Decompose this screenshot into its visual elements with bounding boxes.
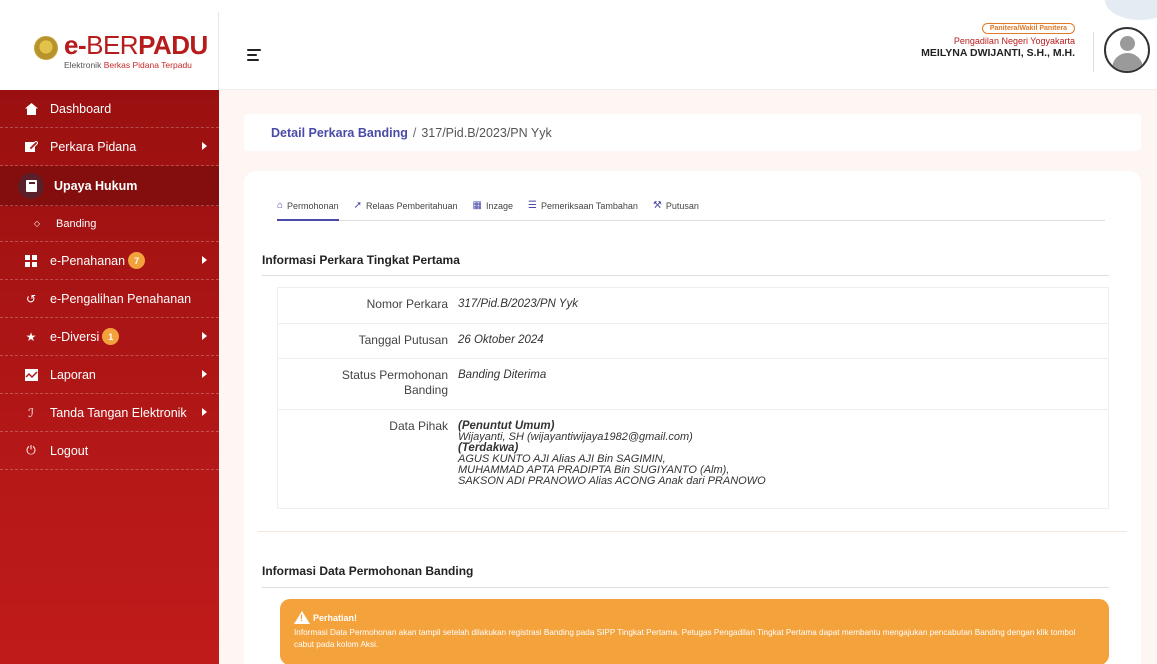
table-row: Tanggal Putusan 26 Oktober 2024	[278, 324, 1108, 359]
main-card: ⌂ Permohonan ➚ Relaas Pemberitahuan ▦ In…	[244, 171, 1141, 664]
value-tanggal-putusan: 26 Oktober 2024	[458, 334, 544, 346]
sidebar-item-e-penahanan[interactable]: e-Penahanan 7	[0, 242, 219, 280]
sidebar-item-perkara-pidana[interactable]: Perkara Pidana	[0, 128, 219, 166]
gavel-icon: ⚒	[652, 200, 662, 211]
brand-logo[interactable]: e-BERPADU Elektronik Berkas Pidana Terpa…	[0, 12, 219, 90]
chevron-right-icon	[202, 256, 207, 264]
power-icon: ⏻	[26, 443, 36, 457]
home-icon	[24, 102, 38, 116]
sidebar-item-laporan[interactable]: Laporan	[0, 356, 219, 394]
sidebar-item-logout[interactable]: ⏻ Logout	[0, 432, 219, 470]
send-icon: ➚	[353, 200, 362, 211]
tab-bar: ⌂ Permohonan ➚ Relaas Pemberitahuan ▦ In…	[277, 199, 1105, 221]
alert-text: Informasi Data Permohonan akan tampil se…	[294, 628, 1076, 649]
star-icon: ★	[25, 329, 37, 344]
value-nomor-perkara: 317/Pid.B/2023/PN Yyk	[458, 298, 578, 310]
chevron-right-icon	[202, 142, 207, 150]
book-icon	[18, 172, 44, 199]
sidebar-item-banding[interactable]: ◇ Banding	[0, 206, 219, 242]
table-row: Nomor Perkara 317/Pid.B/2023/PN Yyk	[278, 288, 1108, 324]
label-status-permohonan: Status Permohonan Banding	[341, 368, 448, 397]
document-icon: ☰	[528, 200, 537, 211]
chevron-right-icon	[202, 408, 207, 416]
count-badge: 7	[128, 252, 146, 269]
table-row: Data Pihak (Penuntut Umum) Wijayanti, SH…	[278, 410, 1108, 508]
brand-subtitle: Elektronik Berkas Pidana Terpadu	[64, 60, 192, 70]
breadcrumb-link[interactable]: Detail Perkara Banding	[271, 126, 408, 140]
sidebar-item-dashboard[interactable]: Dashboard	[0, 90, 219, 128]
breadcrumb-current: 317/Pid.B/2023/PN Yyk	[421, 125, 552, 140]
sidebar: Dashboard Perkara Pidana Upaya Hukum ◇ B…	[0, 90, 219, 664]
top-header: e-BERPADU Elektronik Berkas Pidana Terpa…	[0, 0, 1157, 90]
sidebar-item-e-pengalihan-penahanan[interactable]: ↺ e-Pengalihan Penahanan	[0, 280, 219, 318]
edit-icon	[24, 140, 38, 154]
breadcrumb: Detail Perkara Banding / 317/Pid.B/2023/…	[244, 114, 1141, 151]
avatar[interactable]	[1104, 27, 1150, 73]
tab-putusan[interactable]: ⚒ Putusan	[653, 199, 699, 220]
label-tanggal-putusan: Tanggal Putusan	[358, 333, 448, 347]
tab-pemeriksaan-tambahan[interactable]: ☰ Pemeriksaan Tambahan	[528, 199, 638, 220]
signature-icon: ℐ	[28, 405, 34, 420]
tab-inzage[interactable]: ▦ Inzage	[473, 199, 513, 220]
value-data-pihak: (Penuntut Umum) Wijayanti, SH (wijayanti…	[458, 420, 766, 487]
chevron-right-icon	[202, 332, 207, 340]
grid-icon	[24, 254, 38, 268]
value-status-permohonan: Banding Diterima	[458, 369, 547, 381]
chevron-right-icon	[202, 370, 207, 378]
sidebar-item-upaya-hukum[interactable]: Upaya Hukum	[0, 166, 219, 206]
calendar-icon: ▦	[472, 200, 482, 211]
section-title-permohonan-banding: Informasi Data Permohonan Banding	[262, 564, 474, 578]
warning-icon	[294, 611, 310, 624]
court-emblem-icon	[34, 36, 58, 60]
role-badge: Panitera/Wakil Panitera	[981, 23, 1075, 34]
table-row: Status Permohonan Banding Banding Diteri…	[278, 359, 1108, 410]
label-data-pihak: Data Pihak	[389, 419, 448, 433]
section-title-perkara: Informasi Perkara Tingkat Pertama	[262, 253, 460, 267]
sidebar-item-tanda-tangan-elektronik[interactable]: ℐ Tanda Tangan Elektronik	[0, 394, 219, 432]
label-nomor-perkara: Nomor Perkara	[366, 297, 448, 311]
brand-title: e-BERPADU	[64, 30, 208, 60]
info-table: Nomor Perkara 317/Pid.B/2023/PN Yyk Tang…	[277, 287, 1109, 509]
sidebar-item-e-diversi[interactable]: ★ e-Diversi 1	[0, 318, 219, 356]
tab-permohonan[interactable]: ⌂ Permohonan	[277, 199, 339, 221]
menu-toggle-icon[interactable]	[247, 49, 261, 64]
warning-alert: Perhatian! Informasi Data Permohonan aka…	[280, 599, 1109, 664]
tab-relaas-pemberitahuan[interactable]: ➚ Relaas Pemberitahuan	[354, 199, 458, 220]
alert-title: Perhatian!	[313, 612, 358, 623]
chart-icon	[24, 368, 38, 382]
count-badge: 1	[102, 328, 120, 345]
court-name: Pengadilan Negeri Yogyakarta	[953, 36, 1075, 46]
user-name: MEILYNA DWIJANTI, S.H., M.H.	[921, 47, 1075, 59]
history-icon: ↺	[25, 291, 37, 306]
diamond-icon: ◇	[33, 219, 41, 228]
corner-decoration	[1105, 0, 1157, 20]
breadcrumb-separator: /	[412, 125, 417, 140]
home-icon: ⌂	[277, 200, 284, 211]
